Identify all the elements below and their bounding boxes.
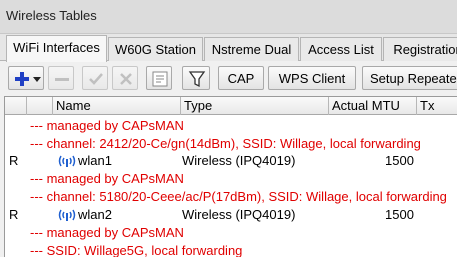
tab-nstreme-dual[interactable]: Nstreme Dual xyxy=(204,37,299,61)
window-titlebar: Wireless Tables xyxy=(0,0,457,34)
wireless-interface-icon xyxy=(58,209,76,221)
tab-bar: WiFi Interfaces W60G Station Nstreme Dua… xyxy=(0,34,457,62)
table-row-comment[interactable]: --- managed by CAPsMAN xyxy=(5,170,457,187)
row-mtu: 1500 xyxy=(385,207,414,222)
table-row-comment[interactable]: --- SSID: Willage5G, local forwarding xyxy=(5,242,457,257)
row-mtu: 1500 xyxy=(385,153,414,168)
filter-button[interactable] xyxy=(182,66,210,90)
table-row-comment[interactable]: --- managed by CAPsMAN xyxy=(5,224,457,241)
column-header-tx[interactable]: Tx xyxy=(417,97,457,115)
row-name: wlan2 xyxy=(78,207,112,222)
remove-button[interactable] xyxy=(48,66,74,90)
row-flag: R xyxy=(9,153,19,168)
column-header-type[interactable]: Type xyxy=(181,97,329,115)
row-flag: R xyxy=(9,207,19,222)
table-row[interactable]: R wlan1 Wireless (IPQ4019) 1500 xyxy=(5,152,457,169)
checkmark-icon xyxy=(89,73,103,85)
setup-repeater-button[interactable]: Setup Repeater xyxy=(362,66,457,90)
table-row-comment[interactable]: --- channel: 2412/20-Ce/gn(14dBm), SSID:… xyxy=(5,135,457,152)
setup-repeater-button-label: Setup Repeater xyxy=(370,71,457,86)
tab-w60g-station[interactable]: W60G Station xyxy=(108,37,203,61)
tab-wifi-interfaces[interactable]: WiFi Interfaces xyxy=(6,35,107,62)
wps-client-button[interactable]: WPS Client xyxy=(268,66,356,90)
column-header-flags[interactable] xyxy=(5,97,27,115)
toolbar: CAP WPS Client Setup Repeater xyxy=(0,62,457,95)
table-header: Name Type Actual MTU Tx xyxy=(5,97,457,115)
wps-client-button-label: WPS Client xyxy=(278,71,346,86)
cap-button[interactable]: CAP xyxy=(218,66,264,90)
disable-button[interactable] xyxy=(112,66,138,90)
row-type: Wireless (IPQ4019) xyxy=(182,153,296,168)
cross-icon xyxy=(120,73,132,85)
wireless-interface-icon xyxy=(58,155,76,167)
enable-button[interactable] xyxy=(82,66,108,90)
comment-button[interactable] xyxy=(146,66,172,90)
row-name: wlan1 xyxy=(78,153,112,168)
table-row-comment[interactable]: --- channel: 5180/20-Ceee/ac/P(17dBm), S… xyxy=(5,188,457,205)
column-header-name[interactable]: Name xyxy=(53,97,181,115)
column-header-actual-mtu[interactable]: Actual MTU xyxy=(329,97,417,115)
table-row[interactable]: R wlan2 Wireless (IPQ4019) 1500 xyxy=(5,206,457,223)
plus-icon xyxy=(15,72,41,86)
tab-registration[interactable]: Registration xyxy=(383,37,457,61)
column-header-blank[interactable] xyxy=(27,97,53,115)
interfaces-table: Name Type Actual MTU Tx --- managed by C… xyxy=(4,96,457,257)
row-type: Wireless (IPQ4019) xyxy=(182,207,296,222)
minus-icon xyxy=(55,78,69,81)
note-icon xyxy=(152,71,168,87)
cap-button-label: CAP xyxy=(227,71,255,86)
add-button[interactable] xyxy=(8,66,44,90)
window-title: Wireless Tables xyxy=(6,8,97,23)
table-row-comment[interactable]: --- managed by CAPsMAN xyxy=(5,117,457,134)
filter-icon xyxy=(188,71,206,88)
tab-access-list[interactable]: Access List xyxy=(300,37,382,61)
